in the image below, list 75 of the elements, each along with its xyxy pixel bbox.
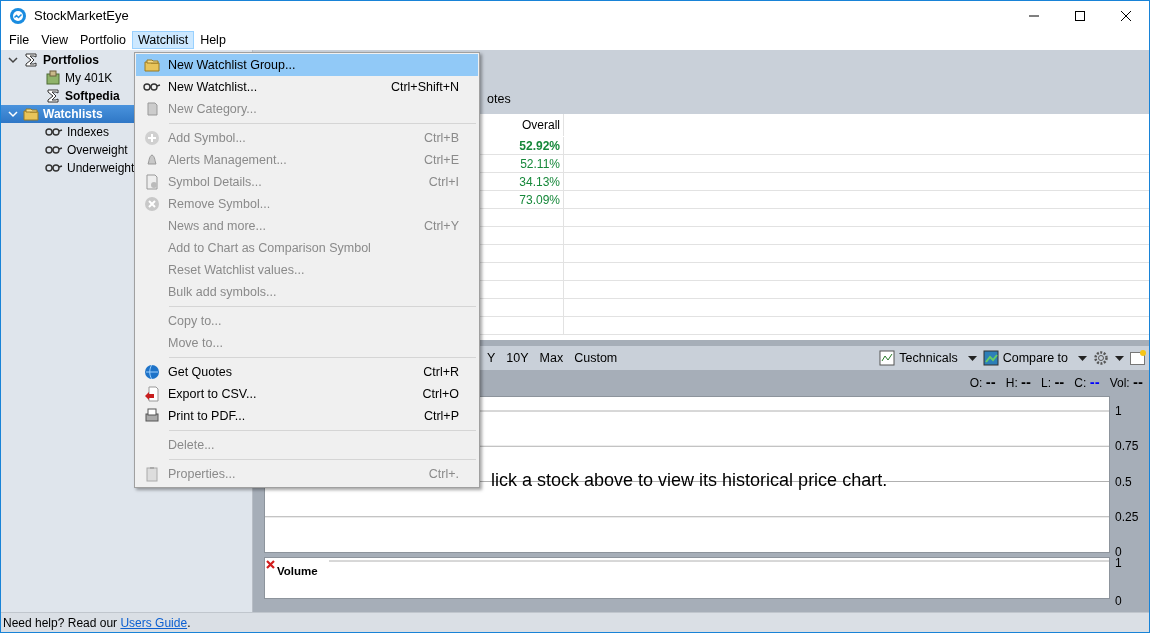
- caret-icon[interactable]: [1078, 355, 1087, 361]
- ohlc-value: Vol: --: [1109, 376, 1143, 390]
- ohlc-value: O: --: [969, 376, 996, 390]
- table-cell: 34.13%: [483, 173, 564, 190]
- plus-icon: [144, 130, 160, 146]
- glasses-icon: [143, 82, 161, 92]
- toolbar-label[interactable]: otes: [487, 92, 511, 106]
- tool-button[interactable]: Technicals: [879, 350, 962, 366]
- close-icon: [1121, 10, 1131, 21]
- ohlc-value: L: --: [1041, 376, 1065, 390]
- tree-label: Watchlists: [43, 107, 103, 121]
- tree-label: Underweight: [67, 161, 135, 175]
- document-icon: [144, 174, 160, 190]
- table-cell: 52.92%: [483, 137, 564, 154]
- tree-label: Indexes: [67, 125, 110, 139]
- range-button[interactable]: Y: [487, 351, 496, 365]
- chevron-down-icon[interactable]: [7, 54, 19, 66]
- settings-icon[interactable]: [1093, 350, 1109, 366]
- range-button[interactable]: Custom: [574, 351, 618, 365]
- axis-label: 0.75: [1115, 439, 1139, 454]
- range-button[interactable]: 10Y: [506, 351, 529, 365]
- menu-item[interactable]: New Watchlist... Ctrl+Shift+N: [136, 76, 478, 98]
- app-logo-icon: [10, 7, 26, 24]
- axis-label: 1: [1115, 404, 1122, 418]
- glasses-icon: [45, 163, 63, 173]
- printer-icon: [144, 408, 160, 424]
- close-icon[interactable]: [266, 560, 275, 569]
- export-icon: [144, 386, 160, 402]
- caret-icon[interactable]: [1115, 355, 1124, 361]
- axis-label: 0: [1115, 545, 1122, 559]
- menu-item[interactable]: File: [3, 31, 36, 49]
- ohlc-value: H: --: [1005, 376, 1032, 390]
- axis-label: 0.5: [1115, 474, 1132, 489]
- sigma-icon: [45, 88, 61, 104]
- tree-label: Portfolios: [43, 53, 99, 67]
- glasses-icon: [45, 145, 63, 155]
- axis-label: 0: [1115, 594, 1122, 608]
- menu-item[interactable]: Print to PDF... Ctrl+P: [136, 405, 478, 427]
- menu-item[interactable]: Watchlist: [131, 31, 195, 49]
- tool-button[interactable]: Compare to: [982, 350, 1072, 366]
- menu-item[interactable]: Get Quotes Ctrl+R: [136, 361, 478, 383]
- sigma-icon: [23, 52, 39, 68]
- glasses-icon: [45, 127, 63, 137]
- menu-item[interactable]: Export to CSV... Ctrl+O: [136, 383, 478, 405]
- axis-label: 0.25: [1115, 509, 1139, 524]
- folder-icon: [23, 106, 39, 122]
- document-icon: [144, 101, 160, 117]
- globe-icon: [144, 364, 160, 380]
- range-button[interactable]: Max: [539, 351, 564, 365]
- remove-icon: [144, 196, 160, 212]
- menu-item[interactable]: New Watchlist Group...: [136, 54, 478, 76]
- status-text: Need help? Read our Users Guide.: [3, 615, 191, 630]
- tree-label: My 401K: [65, 71, 113, 85]
- column-header[interactable]: Overall: [483, 114, 564, 136]
- axis-label: 1: [1115, 556, 1122, 570]
- folder-icon: [144, 57, 160, 73]
- menu-item[interactable]: Help: [194, 31, 232, 49]
- chart-icon: [982, 350, 999, 366]
- clipboard-icon: [144, 466, 160, 482]
- chart-title: Volume: [277, 565, 318, 577]
- tree-label: Overweight: [67, 143, 128, 157]
- ohlc-value: C: --: [1074, 376, 1100, 390]
- maximize-icon: [1075, 10, 1085, 21]
- tree-label: Softpedia: [65, 89, 120, 103]
- table-cell: 52.11%: [483, 155, 564, 172]
- chart-message: lick a stock above to view its historical price chart.: [491, 470, 888, 491]
- table-cell: 73.09%: [483, 191, 564, 208]
- window-title: StockMarketEye: [34, 8, 129, 23]
- note-icon[interactable]: [1130, 350, 1146, 366]
- chart-icon: [879, 350, 896, 366]
- bell-icon: [144, 152, 160, 168]
- menu-item[interactable]: View: [35, 31, 75, 49]
- chevron-down-icon[interactable]: [7, 108, 19, 120]
- menu-item[interactable]: Portfolio: [74, 31, 132, 49]
- caret-icon[interactable]: [967, 355, 977, 361]
